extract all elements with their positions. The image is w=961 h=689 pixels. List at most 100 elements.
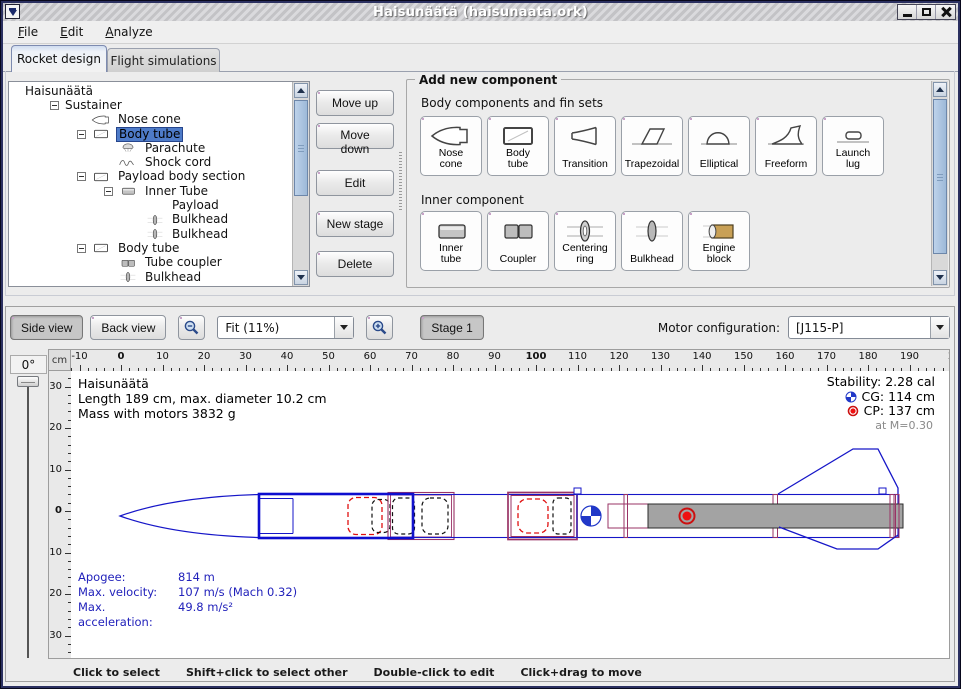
tree-item-label[interactable]: Parachute [143,142,207,155]
tree-row[interactable]: Inner Tube [9,184,292,198]
scroll-down-button[interactable] [933,270,947,285]
add-component-button[interactable]: Centering ring [554,211,616,271]
collapse-toggle-icon[interactable] [50,101,59,110]
payload-outline-2[interactable] [422,498,448,534]
menu-item[interactable]: File [9,23,47,41]
stage-1-toggle[interactable]: Stage 1 [420,315,483,340]
maximize-button[interactable] [917,5,936,19]
centering-ring-1[interactable] [624,495,628,538]
menu-item[interactable]: Edit [51,23,92,41]
tree-action-button[interactable]: Edit [316,170,394,196]
scrollbar-thumb[interactable] [933,99,947,254]
menu-item[interactable]: Analyze [96,23,161,41]
tree-item-label[interactable]: Bulkhead [170,228,230,241]
tree-row[interactable]: Haisunäätä [9,84,292,98]
collapse-toggle-icon[interactable] [77,244,86,253]
collapse-toggle-icon[interactable] [77,130,86,139]
tree-row[interactable]: Body tube [9,127,292,141]
nose-cone-shape[interactable] [120,495,259,538]
component-shape-icon [429,218,473,244]
add-component-button[interactable]: Launch lug [822,116,884,176]
payload-outline[interactable] [393,498,415,534]
chevron-up-icon [936,87,944,92]
tree-item-label[interactable]: Body tube [116,127,183,142]
title-bar[interactable]: Haisunäätä (haisunaata.ork) [3,3,958,21]
add-component-button[interactable]: Body tube [487,116,549,176]
rotation-slider-thumb[interactable] [17,376,39,387]
scroll-up-button[interactable] [933,82,947,97]
add-component-button[interactable]: Freeform [755,116,817,176]
tab[interactable]: Rocket design [11,45,107,72]
scroll-up-button[interactable] [294,83,308,98]
tree-row[interactable]: Bulkhead [9,227,292,241]
section-label: Body components and fin sets [421,96,603,110]
tree-action-button[interactable]: Delete [316,251,394,277]
body-tube-selected[interactable] [259,494,413,538]
tree-item-label[interactable]: Nose cone [116,113,183,126]
tab[interactable]: Flight simulations [107,48,220,72]
fin-top[interactable] [778,449,898,494]
launch-lug-1[interactable] [574,488,581,494]
motor-configuration-select[interactable]: [J115-P] [788,316,950,339]
add-component-button[interactable]: Engine block [688,211,750,271]
parachute-outline[interactable] [348,498,382,535]
tree-item-label[interactable]: Inner Tube [143,185,210,198]
scroll-down-button[interactable] [294,270,308,285]
add-component-button[interactable]: Transition [554,116,616,176]
bulkhead-outline[interactable] [553,498,571,534]
rotation-slider-track[interactable] [27,382,29,658]
tree-item-label[interactable]: Tube coupler [143,256,224,269]
add-component-button[interactable]: Trapezoidal [621,116,683,176]
tree-action-button[interactable]: Move down [316,123,394,149]
nose-shoulder[interactable] [259,499,293,534]
side-view-button[interactable]: Side view [10,315,83,340]
collapse-toggle-icon[interactable] [104,187,113,196]
back-view-button[interactable]: Back view [90,315,166,340]
rocket-figure-canvas[interactable]: Haisunäätä Length 189 cm, max. diameter … [71,371,950,659]
tree-row[interactable]: Tube coupler [9,256,292,270]
tree-item-label[interactable]: Shock cord [143,156,213,169]
launch-lug-2[interactable] [879,488,886,494]
shock-cord-outline[interactable] [372,500,390,533]
tree-scrollbar[interactable] [292,82,309,286]
tree-row[interactable]: Sustainer [9,98,292,112]
zoom-level-select[interactable]: Fit (11%) [217,316,354,339]
tree-item-label[interactable]: Haisunäätä [23,85,95,98]
add-component-button[interactable]: Nose cone [420,116,482,176]
ruler-label: 140 [692,351,711,362]
tree-row[interactable]: Shock cord [9,155,292,169]
parachute-2-outline[interactable] [518,499,548,533]
tree-item-label[interactable]: Bulkhead [170,213,230,226]
tree-row[interactable]: Payload body section [9,170,292,184]
zoom-in-button[interactable] [366,315,393,340]
combo-arrow-button[interactable] [334,317,353,338]
close-button[interactable] [936,5,955,19]
tree-row[interactable]: Payload [9,198,292,212]
add-component-button[interactable]: Inner tube [420,211,482,271]
add-component-button[interactable]: Coupler [487,211,549,271]
scrollbar-thumb[interactable] [294,100,308,196]
app-icon[interactable] [5,4,20,19]
tree-item-label[interactable]: Sustainer [63,99,124,112]
tree-action-button[interactable]: Move up [316,90,394,116]
add-component-button[interactable]: Bulkhead [621,211,683,271]
tree-row[interactable]: Body tube [9,241,292,255]
tree-row[interactable]: Nose cone [9,113,292,127]
vertical-ruler: -30-20-100102030 [48,371,71,659]
cg-marker[interactable] [581,506,601,526]
tree-item-label[interactable]: Payload [170,199,221,212]
tree-item-label[interactable]: Body tube [116,242,181,255]
tree-action-button[interactable]: New stage [316,211,394,237]
zoom-out-button[interactable] [178,315,205,340]
tree-row[interactable]: Bulkhead [9,213,292,227]
tree-row[interactable]: Bulkhead [9,270,292,284]
tree-item-label[interactable]: Bulkhead [143,271,203,284]
tree-row[interactable]: Parachute [9,141,292,155]
section-label: Inner component [421,193,524,207]
tree-item-label[interactable]: Payload body section [116,170,247,183]
combo-arrow-button[interactable] [930,317,949,338]
add-component-button[interactable]: Elliptical [688,116,750,176]
collapse-toggle-icon[interactable] [77,172,86,181]
minimize-button[interactable] [898,5,917,19]
component-panel-scrollbar[interactable] [931,81,948,286]
